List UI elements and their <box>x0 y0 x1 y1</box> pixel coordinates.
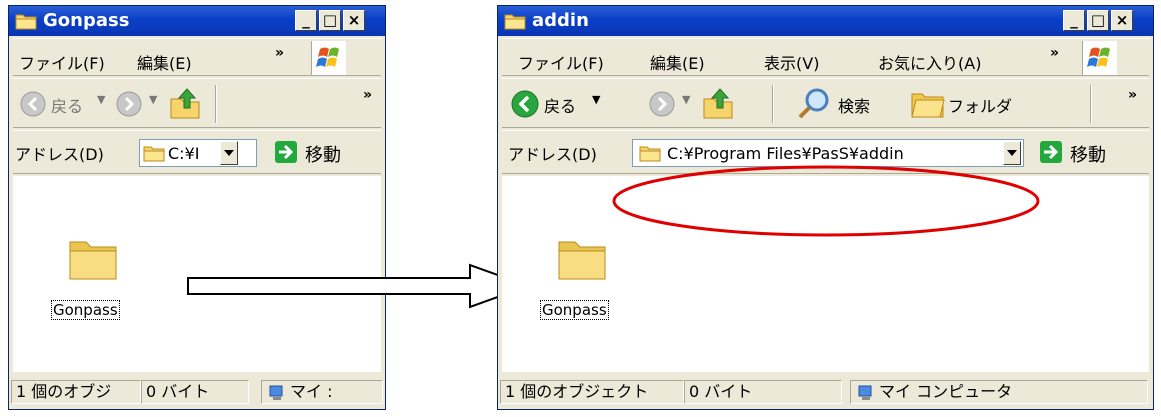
up-folder-icon[interactable] <box>167 85 203 121</box>
menu-bar: ファイル(F) 編集(E) 表示(V) お気に入り(A) » <box>502 38 1149 76</box>
address-dropdown-button[interactable] <box>220 141 238 165</box>
chevron-down-icon <box>224 150 234 156</box>
go-button[interactable]: 移動 <box>305 141 341 167</box>
status-bar: 1 個のオブジ 0 バイト マイ : <box>11 377 383 407</box>
minimize-button[interactable]: _ <box>295 10 317 31</box>
folders-icon[interactable] <box>910 88 946 120</box>
right-arrow-icon <box>187 263 531 309</box>
address-value: C:¥I <box>168 144 200 163</box>
maximize-button[interactable]: □ <box>1087 10 1109 31</box>
up-folder-icon[interactable] <box>700 85 736 121</box>
computer-icon <box>858 385 872 400</box>
status-location-label: マイ コンピュータ <box>879 382 1013 401</box>
close-button[interactable]: × <box>1111 10 1133 31</box>
toolbar: 戻る ▼ ▼ 検索 フォルダ » <box>502 78 1149 128</box>
menu-file[interactable]: ファイル(F) <box>19 50 105 74</box>
windows-logo-icon <box>1082 41 1117 75</box>
folder-icon <box>504 14 526 30</box>
status-location: マイ : <box>261 380 383 404</box>
folders-button[interactable]: フォルダ <box>948 93 1012 117</box>
minimize-button[interactable]: _ <box>1063 10 1085 31</box>
toolbar-separator <box>215 85 217 123</box>
address-bar: アドレス(D) C:¥I 移動 <box>13 130 381 174</box>
left-explorer-window: Gonpass _ □ × ファイル(F) 編集(E) » 戻る ▼ ▼ » ア… <box>8 5 386 410</box>
menu-edit[interactable]: 編集(E) <box>137 50 192 74</box>
back-dropdown-icon[interactable]: ▼ <box>97 93 105 106</box>
status-size: 0 バイト <box>141 380 249 404</box>
go-arrow-icon[interactable] <box>1040 141 1062 163</box>
toolbar-overflow-chevron-icon[interactable]: » <box>363 87 372 103</box>
menu-file[interactable]: ファイル(F) <box>518 50 604 74</box>
toolbar-separator <box>1090 85 1092 123</box>
windows-logo-icon <box>311 41 346 75</box>
right-titlebar[interactable]: addin _ □ × <box>498 6 1153 36</box>
forward-dropdown-icon[interactable]: ▼ <box>682 93 690 106</box>
back-label[interactable]: 戻る <box>544 93 576 117</box>
toolbar-separator <box>772 85 774 123</box>
highlight-ellipse <box>612 165 1040 237</box>
folder-icon[interactable] <box>67 234 119 282</box>
menu-bar: ファイル(F) 編集(E) » <box>13 38 381 76</box>
left-titlebar[interactable]: Gonpass _ □ × <box>9 6 385 36</box>
toolbar-overflow-chevron-icon[interactable]: » <box>1128 87 1137 103</box>
maximize-button[interactable]: □ <box>319 10 341 31</box>
status-object-count: 1 個のオブジ <box>11 380 141 404</box>
forward-arrow-icon[interactable] <box>648 90 676 118</box>
back-label[interactable]: 戻る <box>51 93 83 117</box>
menu-overflow-chevron-icon[interactable]: » <box>275 45 284 61</box>
folder-icon <box>143 146 165 162</box>
file-name-label[interactable]: Gonpass <box>540 300 609 320</box>
folder-icon <box>15 14 37 30</box>
folder-icon <box>639 146 661 162</box>
menu-overflow-chevron-icon[interactable]: » <box>1050 45 1059 61</box>
status-bar: 1 個のオブジェクト 0 バイト マイ コンピュータ <box>500 377 1151 407</box>
toolbar: 戻る ▼ ▼ » <box>13 78 381 128</box>
computer-icon <box>269 385 283 400</box>
address-input[interactable]: C:¥I <box>139 139 257 167</box>
chevron-down-icon <box>1007 150 1017 156</box>
forward-dropdown-icon[interactable]: ▼ <box>149 93 157 106</box>
search-icon[interactable] <box>794 85 832 123</box>
window-title: addin <box>532 10 589 31</box>
status-location: マイ コンピュータ <box>850 380 1148 404</box>
folder-icon[interactable] <box>556 234 608 282</box>
address-value: C:¥Program Files¥PasS¥addin <box>667 144 904 163</box>
go-arrow-icon[interactable] <box>275 141 297 163</box>
address-label: アドレス(D) <box>15 145 104 164</box>
status-size: 0 バイト <box>684 380 842 404</box>
go-button[interactable]: 移動 <box>1070 141 1106 167</box>
window-title: Gonpass <box>43 10 130 31</box>
back-arrow-icon[interactable] <box>19 90 47 118</box>
menu-edit[interactable]: 編集(E) <box>650 50 705 74</box>
back-arrow-icon[interactable] <box>510 89 540 119</box>
status-object-count: 1 個のオブジェクト <box>500 380 684 404</box>
file-name-label[interactable]: Gonpass <box>51 300 120 320</box>
search-button[interactable]: 検索 <box>838 93 870 117</box>
menu-favorites[interactable]: お気に入り(A) <box>878 50 981 74</box>
status-location-label: マイ : <box>290 382 333 401</box>
forward-arrow-icon[interactable] <box>115 90 143 118</box>
address-label: アドレス(D) <box>508 145 597 164</box>
close-button[interactable]: × <box>343 10 365 31</box>
menu-view[interactable]: 表示(V) <box>764 50 819 74</box>
back-dropdown-icon[interactable]: ▼ <box>592 93 600 106</box>
